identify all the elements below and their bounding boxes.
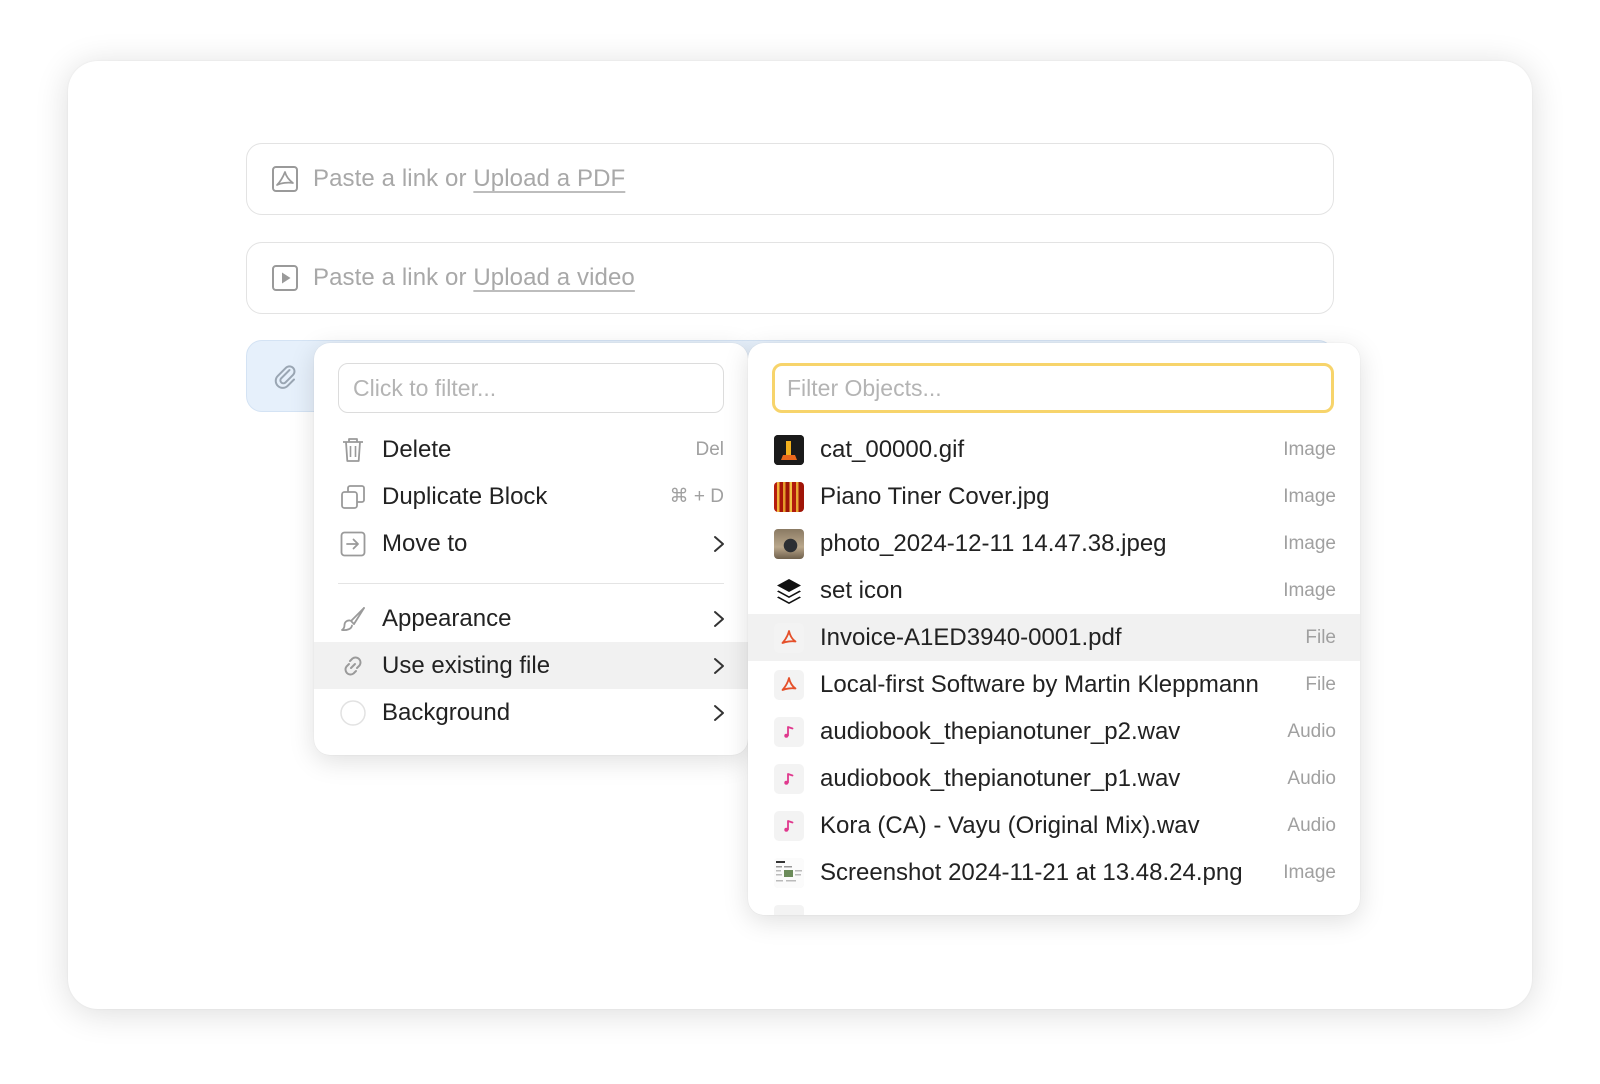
image-thumbnail: [774, 857, 804, 888]
object-item[interactable]: Piano Tiner Cover.jpg Image: [748, 473, 1360, 520]
video-embed-text: Paste a link or Upload a video: [313, 264, 635, 292]
menu-item-label: Move to: [382, 529, 468, 557]
object-name: photo_2024-12-11 14.47.38.jpeg: [820, 529, 1167, 557]
chevron-right-icon: [714, 610, 724, 627]
menu-item-label: Background: [382, 698, 511, 726]
image-thumbnail: [774, 904, 804, 915]
object-name: Local-first Software by Martin Kleppmann: [820, 670, 1259, 698]
menu-item-shortcut: ⌘ + D: [669, 486, 724, 507]
object-type: Image: [1283, 532, 1336, 554]
move-to-icon: [338, 529, 368, 559]
object-item[interactable]: Screenshot 2024-11-21 at 13.48.24.png Im…: [748, 849, 1360, 896]
paintbrush-icon: [338, 604, 368, 634]
object-item[interactable]: Local-first Software by Martin Kleppmann…: [748, 661, 1360, 708]
object-item[interactable]: photo_2024-12-11 14.47.38.jpeg Image: [748, 520, 1360, 567]
video-embed-block[interactable]: Paste a link or Upload a video: [246, 242, 1334, 314]
menu-item-label: Use existing file: [382, 651, 551, 679]
pdf-embed-prompt: Paste a link or: [313, 165, 474, 192]
object-name: cat_00000.gif: [820, 435, 965, 463]
object-type: File: [1305, 673, 1336, 695]
image-thumbnail: [774, 434, 804, 465]
upload-pdf-link[interactable]: Upload a PDF: [473, 165, 625, 192]
object-type: Audio: [1287, 767, 1336, 789]
link-icon: [338, 651, 368, 681]
paperclip-icon: [271, 362, 299, 390]
chevron-right-icon: [714, 704, 724, 721]
pdf-file-icon: [774, 622, 804, 653]
trash-icon: [338, 435, 368, 465]
image-thumbnail: [774, 528, 804, 559]
existing-files-menu: Filter Objects... cat_00000.gif Image Pi…: [748, 343, 1360, 915]
pdf-embed-text: Paste a link or Upload a PDF: [313, 165, 625, 193]
object-item-partial[interactable]: [748, 896, 1360, 915]
menu-item-label: Appearance: [382, 604, 512, 632]
object-name: audiobook_thepianotuner_p2.wav: [820, 717, 1181, 745]
object-item[interactable]: cat_00000.gif Image: [748, 426, 1360, 473]
object-type: Image: [1283, 485, 1336, 507]
pdf-file-icon: [774, 669, 804, 700]
block-context-menu: Click to filter... Delete Del Duplicate …: [314, 343, 748, 755]
menu-item-use-existing-file[interactable]: Use existing file: [314, 642, 748, 689]
object-item[interactable]: audiobook_thepianotuner_p1.wav Audio: [748, 755, 1360, 802]
object-type: Image: [1283, 579, 1336, 601]
object-name: Screenshot 2024-11-21 at 13.48.24.png: [820, 858, 1243, 886]
pdf-embed-block[interactable]: Paste a link or Upload a PDF: [246, 143, 1334, 215]
music-note-icon: [774, 810, 804, 841]
video-play-icon: [271, 264, 299, 292]
chevron-right-icon: [714, 535, 724, 552]
object-name: Kora (CA) - Vayu (Original Mix).wav: [820, 811, 1200, 839]
object-name: Piano Tiner Cover.jpg: [820, 482, 1050, 510]
object-type: Audio: [1287, 814, 1336, 836]
object-item[interactable]: set icon Image: [748, 567, 1360, 614]
chevron-right-icon: [714, 657, 724, 674]
menu-item-shortcut: Del: [695, 438, 724, 460]
circle-icon: [338, 698, 368, 728]
filter-objects-input[interactable]: Filter Objects...: [772, 363, 1334, 413]
image-thumbnail: [774, 481, 804, 512]
menu-item-label: Duplicate Block: [382, 482, 548, 510]
object-name: Invoice-A1ED3940-0001.pdf: [820, 623, 1122, 651]
duplicate-icon: [338, 482, 368, 512]
pdf-icon: [271, 165, 299, 193]
object-name: audiobook_thepianotuner_p1.wav: [820, 764, 1181, 792]
upload-video-link[interactable]: Upload a video: [473, 264, 635, 291]
object-item[interactable]: audiobook_thepianotuner_p2.wav Audio: [748, 708, 1360, 755]
menu-item-background[interactable]: Background: [314, 689, 748, 736]
object-type: File: [1305, 626, 1336, 648]
menu-item-appearance[interactable]: Appearance: [314, 595, 748, 642]
object-type: Audio: [1287, 720, 1336, 742]
menu-item-duplicate-block[interactable]: Duplicate Block ⌘ + D: [314, 473, 748, 520]
video-embed-prompt: Paste a link or: [313, 264, 474, 291]
object-name: set icon: [820, 576, 903, 604]
menu-divider: [338, 583, 724, 584]
menu-item-move-to[interactable]: Move to: [314, 520, 748, 567]
menu-item-delete[interactable]: Delete Del: [314, 426, 748, 473]
menu-item-label: Delete: [382, 435, 452, 463]
object-type: Image: [1283, 438, 1336, 460]
object-type: Image: [1283, 861, 1336, 883]
layers-icon: [774, 576, 804, 606]
object-item[interactable]: Kora (CA) - Vayu (Original Mix).wav Audi…: [748, 802, 1360, 849]
object-item[interactable]: Invoice-A1ED3940-0001.pdf File: [748, 614, 1360, 661]
context-filter-input[interactable]: Click to filter...: [338, 363, 724, 413]
music-note-icon: [774, 716, 804, 747]
music-note-icon: [774, 763, 804, 794]
